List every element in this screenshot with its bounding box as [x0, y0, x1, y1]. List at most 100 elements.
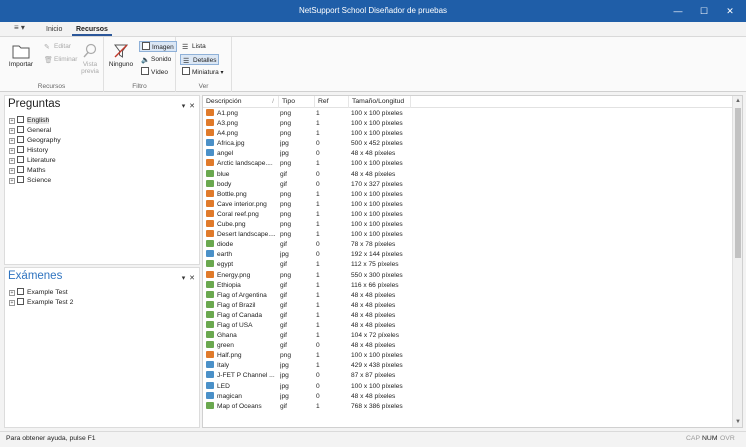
expand-icon[interactable]: +	[9, 128, 15, 134]
category-icon	[17, 116, 24, 123]
expand-icon[interactable]: +	[9, 300, 15, 306]
preview-button[interactable]: Vista previa	[78, 43, 102, 75]
column-header-size[interactable]: Tamaño/Longitud	[349, 96, 411, 108]
maximize-button[interactable]: ☐	[694, 3, 714, 19]
table-row[interactable]: angel jpg 0 48 x 48 píxeles	[203, 149, 734, 159]
delete-button[interactable]: 🗑Eliminar	[42, 54, 79, 65]
tree-item-geography[interactable]: + Geography	[9, 136, 61, 146]
category-icon	[17, 176, 24, 183]
cell-type: gif	[280, 241, 287, 249]
scroll-down-icon[interactable]: ▼	[733, 417, 742, 427]
filter-sound-button[interactable]: 🔈Sonido	[139, 54, 173, 65]
close-icon[interactable]: ✕	[189, 103, 195, 110]
table-row[interactable]: Flag of Argentina gif 1 48 x 48 píxeles	[203, 290, 734, 301]
cell-size: 48 x 48 píxeles	[351, 301, 396, 309]
png-file-icon	[206, 209, 214, 217]
expand-icon[interactable]: +	[9, 118, 15, 124]
table-row[interactable]: A4.png png 1 100 x 100 píxeles	[203, 129, 734, 139]
filter-none-button[interactable]: Ninguno	[107, 43, 135, 68]
table-row[interactable]: Italy jpg 1 429 x 438 píxeles	[203, 361, 734, 371]
cell-type: png	[280, 120, 292, 128]
table-row[interactable]: Ethiopia gif 1 116 x 66 píxeles	[203, 280, 734, 291]
table-row[interactable]: Arctic landscape.... png 1 100 x 100 píxele…	[203, 159, 734, 169]
tree-item-general[interactable]: + General	[9, 126, 61, 136]
expand-icon[interactable]: +	[9, 168, 15, 174]
table-row[interactable]: Energy.png png 1 550 x 300 píxeles	[203, 270, 734, 281]
tree-item-english[interactable]: + English	[9, 116, 61, 126]
cell-description: earth	[206, 250, 277, 260]
column-header-ref[interactable]: Ref	[315, 96, 349, 108]
tree-item-example-test[interactable]: + Example Test	[9, 288, 73, 298]
tab-inicio[interactable]: Inicio	[42, 24, 66, 36]
table-row[interactable]: LED jpg 0 100 x 100 píxeles	[203, 381, 734, 392]
table-row[interactable]: Desert landscape.... png 1 100 x 100 píxele…	[203, 230, 734, 240]
tree-item-maths[interactable]: + Maths	[9, 166, 61, 176]
png-file-icon	[206, 270, 214, 278]
filter-image-button[interactable]: Imagen	[139, 41, 177, 52]
expand-icon[interactable]: +	[9, 178, 15, 184]
ribbon: Importar ✎ Editar 🗑Eliminar Vista previa …	[0, 36, 746, 92]
tree-item-literature[interactable]: + Literature	[9, 156, 61, 166]
edit-button[interactable]: ✎ Editar	[42, 41, 73, 52]
table-row[interactable]: blue gif 0 48 x 48 píxeles	[203, 169, 734, 180]
table-row[interactable]: magican jpg 0 48 x 48 píxeles	[203, 391, 734, 402]
quick-access-menu-icon[interactable]: ≡ ▾	[14, 23, 25, 32]
view-thumbnail-dropdown[interactable]: Miniatura ▾	[180, 67, 226, 78]
view-details-button[interactable]: ☰ Detalles	[180, 54, 220, 65]
table-row[interactable]: egypt gif 1 112 x 75 píxeles	[203, 260, 734, 270]
status-cap: CAP	[686, 435, 700, 442]
column-header-type[interactable]: Tipo	[279, 96, 315, 108]
table-row[interactable]: Bottle.png png 1 100 x 100 píxeles	[203, 189, 734, 200]
table-row[interactable]: Flag of Brazil gif 1 48 x 48 píxeles	[203, 300, 734, 311]
table-row[interactable]: A3.png png 1 100 x 100 píxeles	[203, 119, 734, 129]
png-file-icon	[206, 119, 214, 127]
cell-type: gif	[280, 170, 287, 178]
pane-menu-icon[interactable]: ▾	[182, 275, 186, 282]
expand-icon[interactable]: +	[9, 290, 15, 296]
table-row[interactable]: Flag of Canada gif 1 48 x 48 píxeles	[203, 310, 734, 321]
close-icon[interactable]: ✕	[189, 275, 195, 282]
cell-description: Italy	[206, 361, 277, 371]
table-row[interactable]: Cube.png png 1 100 x 100 píxeles	[203, 220, 734, 230]
expand-icon[interactable]: +	[9, 138, 15, 144]
table-row[interactable]: diode gif 0 78 x 78 píxeles	[203, 240, 734, 250]
table-row[interactable]: earth jpg 0 192 x 144 píxeles	[203, 250, 734, 260]
gif-file-icon	[206, 179, 214, 187]
tab-recursos[interactable]: Recursos	[72, 24, 112, 36]
table-row[interactable]: Africa.jpg jpg 0 500 x 452 píxeles	[203, 139, 734, 149]
cell-ref: 0	[316, 180, 320, 188]
import-button[interactable]: Importar	[8, 43, 34, 68]
tree-item-science[interactable]: + Science	[9, 176, 61, 186]
view-list-button[interactable]: ☰ Lista	[180, 41, 208, 52]
table-row[interactable]: Ghana gif 1 104 x 72 píxeles	[203, 331, 734, 341]
cell-description: Flag of Brazil	[206, 300, 277, 311]
table-row[interactable]: J-FET P Channel ... jpg 0 87 x 87 píxeles	[203, 371, 734, 381]
cell-ref: 1	[316, 352, 320, 360]
scroll-up-icon[interactable]: ▲	[733, 96, 742, 106]
tree-item-history[interactable]: + History	[9, 146, 61, 156]
table-row[interactable]: A1.png png 1 100 x 100 píxeles	[203, 109, 734, 119]
expand-icon[interactable]: +	[9, 158, 15, 164]
table-row[interactable]: body gif 0 170 x 327 píxeles	[203, 179, 734, 190]
expand-icon[interactable]: +	[9, 148, 15, 154]
scrollbar-thumb[interactable]	[735, 108, 741, 258]
filter-video-button[interactable]: Vídeo	[139, 67, 170, 78]
vertical-scrollbar[interactable]: ▲ ▼	[732, 96, 742, 427]
close-button[interactable]: ✕	[720, 3, 740, 19]
table-row[interactable]: Flag of USA gif 1 48 x 48 píxeles	[203, 320, 734, 331]
minimize-button[interactable]: —	[668, 3, 688, 19]
table-row[interactable]: Coral reef.png png 1 100 x 100 píxeles	[203, 209, 734, 220]
table-row[interactable]: green gif 0 48 x 48 píxeles	[203, 341, 734, 351]
ribbon-group-ver: ☰ Lista ☰ Detalles Miniatura ▾ Ver	[176, 37, 232, 92]
table-row[interactable]: Cave interior.png png 1 100 x 100 píxeles	[203, 199, 734, 210]
tree-item-example-test-2[interactable]: + Example Test 2	[9, 298, 73, 308]
pane-menu-icon[interactable]: ▾	[182, 103, 186, 110]
table-row[interactable]: Map of Oceans gif 1 768 x 386 píxeles	[203, 401, 734, 412]
group-label-recursos: Recursos	[37, 83, 66, 90]
cell-size: 100 x 100 píxeles	[351, 210, 403, 218]
table-row[interactable]: Half.png png 1 100 x 100 píxeles	[203, 351, 734, 361]
column-header-description[interactable]: Descripción /	[203, 96, 279, 108]
cell-ref: 1	[316, 110, 320, 117]
jpg-file-icon	[206, 139, 214, 147]
cell-description: egypt	[206, 260, 277, 270]
